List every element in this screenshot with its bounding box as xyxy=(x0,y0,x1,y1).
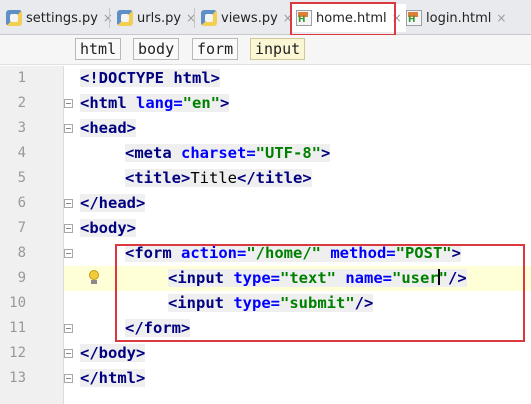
tab-label: views.py xyxy=(221,10,278,26)
tab-label: urls.py xyxy=(137,10,182,26)
tab-separator xyxy=(109,8,110,28)
code-line-4[interactable]: <meta charset="UTF-8"> xyxy=(125,141,331,166)
line-number: 1 xyxy=(17,70,26,86)
fold-marker-icon[interactable] xyxy=(64,124,73,133)
code-line-7[interactable]: <body> xyxy=(80,216,136,241)
fold-marker-icon[interactable] xyxy=(64,99,73,108)
line-number: 8 xyxy=(17,245,26,261)
line-number: 10 xyxy=(9,295,26,311)
line-number: 12 xyxy=(9,345,26,361)
breadcrumb: html body form input xyxy=(0,35,531,65)
code-line-12[interactable]: </body> xyxy=(80,341,146,366)
breadcrumb-item-html[interactable]: html xyxy=(75,38,122,60)
line-number: 5 xyxy=(17,170,26,186)
code-line-13[interactable]: </html> xyxy=(80,366,146,391)
line-number: 9 xyxy=(17,270,26,286)
fold-marker-icon[interactable] xyxy=(64,199,73,208)
line-number: 13 xyxy=(9,370,26,386)
fold-marker-icon[interactable] xyxy=(64,374,73,383)
tab-label: login.html xyxy=(426,10,492,26)
line-number: 6 xyxy=(17,195,26,211)
fold-marker-icon[interactable] xyxy=(64,324,73,333)
tab-label: settings.py xyxy=(26,10,98,26)
html-file-icon: H xyxy=(406,10,422,26)
code-line-3[interactable]: <head> xyxy=(80,116,136,141)
close-icon[interactable]: × xyxy=(103,11,113,25)
python-file-icon xyxy=(6,10,22,26)
breadcrumb-item-body[interactable]: body xyxy=(133,38,180,60)
code-line-2[interactable]: <html lang="en"> xyxy=(80,91,230,116)
code-line-6[interactable]: </head> xyxy=(80,191,146,216)
tab-urls-py[interactable]: urls.py × xyxy=(117,6,196,30)
close-icon[interactable]: × xyxy=(496,11,506,25)
fold-marker-icon[interactable] xyxy=(64,249,73,258)
line-number: 3 xyxy=(17,120,26,136)
form-highlight-box xyxy=(115,244,525,342)
active-tab-highlight-box xyxy=(290,2,396,36)
python-file-icon xyxy=(201,10,217,26)
python-file-icon xyxy=(117,10,133,26)
tab-login-html[interactable]: H login.html × xyxy=(406,6,506,30)
fold-marker-icon[interactable] xyxy=(64,224,73,233)
fold-marker-icon[interactable] xyxy=(64,349,73,358)
tab-settings-py[interactable]: settings.py × xyxy=(6,6,113,30)
line-number: 2 xyxy=(17,95,26,111)
lightbulb-icon[interactable] xyxy=(88,270,100,286)
line-number: 4 xyxy=(17,145,26,161)
breadcrumb-item-input[interactable]: input xyxy=(250,38,306,60)
breadcrumb-item-form[interactable]: form xyxy=(192,38,239,60)
code-line-1[interactable]: <!DOCTYPE html> xyxy=(80,66,220,91)
line-number: 7 xyxy=(17,220,26,236)
tab-separator xyxy=(194,8,195,28)
tab-views-py[interactable]: views.py × xyxy=(201,6,293,30)
editor-tab-bar: settings.py × urls.py × views.py × H hom… xyxy=(0,0,531,35)
code-line-5[interactable]: <title>Title</title> xyxy=(125,166,312,191)
line-number: 11 xyxy=(9,320,26,336)
